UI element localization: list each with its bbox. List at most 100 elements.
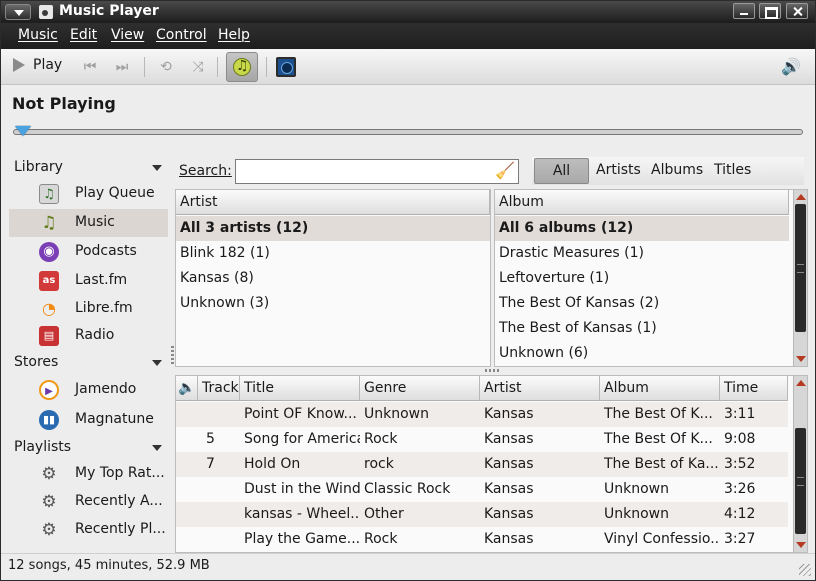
wireless-icon: ◔ (42, 299, 56, 318)
list-item[interactable]: The Best of Kansas (1) (495, 316, 789, 341)
sidebar-item-playlist[interactable]: ⚙ Recently Pl... (9, 516, 168, 544)
filter-titles-button[interactable]: Titles (714, 162, 751, 178)
table-row[interactable]: Point OF Know... Unknown Kansas The Best… (176, 402, 788, 427)
list-item[interactable]: The Best Of Kansas (2) (495, 291, 789, 316)
repeat-icon[interactable]: ⟲ (155, 58, 177, 76)
play-queue-icon: ♫ (39, 184, 59, 204)
music-note-icon (233, 58, 251, 76)
table-row[interactable]: 5 Song for America Rock Kansas The Best … (176, 427, 788, 452)
table-row[interactable]: Play the Game... Rock Kansas Vinyl Confe… (176, 527, 788, 552)
menu-help[interactable]: Help (218, 27, 250, 43)
scroll-up-icon[interactable] (796, 194, 806, 200)
sidebar-item-playlist[interactable]: ⚙ My Top Rat... (9, 460, 168, 488)
sidebar-item-play-queue[interactable]: ♫ Play Queue (9, 180, 168, 208)
window-title: Music Player (59, 3, 159, 19)
gear-icon: ⚙ (41, 492, 57, 512)
close-button[interactable] (786, 3, 808, 19)
list-item[interactable]: All 3 artists (12) (176, 216, 490, 241)
lastfm-icon: as (39, 271, 59, 291)
jamendo-icon: ▶ (39, 380, 59, 400)
app-icon (39, 5, 53, 19)
album-scrollbar[interactable] (793, 190, 807, 366)
sidebar-splitter-handle[interactable] (171, 346, 174, 364)
status-text: 12 songs, 45 minutes, 52.9 MB (8, 558, 210, 573)
filter-bar: All Artists Albums Titles (532, 157, 804, 185)
time-column-header[interactable]: Time (720, 376, 788, 401)
track-scrollbar[interactable] (793, 376, 807, 552)
artist-column-header[interactable]: Artist (176, 190, 490, 215)
title-bar[interactable]: Music Player (1, 1, 815, 23)
browse-toggle-button[interactable] (226, 52, 258, 82)
sidebar-item-jamendo[interactable]: ▶ Jamendo (9, 376, 168, 404)
pane-splitter-handle[interactable] (485, 369, 501, 372)
menu-view[interactable]: View (111, 27, 144, 43)
visualization-button[interactable] (276, 57, 296, 77)
list-item[interactable]: Blink 182 (1) (176, 241, 490, 266)
menu-control[interactable]: Control (156, 27, 207, 43)
filter-artists-button[interactable]: Artists (596, 162, 641, 178)
speaker-icon: 🔈 (178, 380, 196, 396)
filter-all-button[interactable]: All (534, 158, 589, 184)
chevron-down-icon[interactable] (152, 165, 162, 171)
artist-column-header[interactable]: Artist (480, 376, 600, 401)
playlists-header[interactable]: Playlists (14, 439, 71, 455)
radio-icon: ▤ (39, 326, 59, 346)
scroll-down-icon[interactable] (796, 356, 806, 362)
sidebar: Library ♫ Play Queue ♫ Music ◉ Podcasts … (9, 155, 168, 554)
list-item[interactable]: Kansas (8) (176, 266, 490, 291)
scroll-up-icon[interactable] (796, 380, 806, 386)
clear-search-icon[interactable]: 🧹 (495, 161, 515, 181)
sidebar-item-radio[interactable]: ▤ Radio (9, 322, 168, 350)
menu-edit[interactable]: Edit (70, 27, 97, 43)
chevron-down-icon[interactable] (152, 360, 162, 366)
list-item[interactable]: Drastic Measures (1) (495, 241, 789, 266)
track-column-header[interactable]: Track (198, 376, 240, 401)
gear-icon: ⚙ (41, 520, 57, 540)
sidebar-item-playlist[interactable]: ⚙ Recently A... (9, 488, 168, 516)
album-column-header[interactable]: Album (600, 376, 720, 401)
track-list: 🔈 Track Title Genre Artist Album Time Po… (175, 375, 808, 553)
chevron-down-icon[interactable] (152, 445, 162, 451)
sidebar-item-librefm[interactable]: ◔ Libre.fm (9, 295, 168, 323)
gear-icon: ⚙ (41, 464, 57, 484)
scrollbar-thumb[interactable] (795, 428, 806, 534)
seek-handle[interactable] (15, 126, 31, 136)
library-header[interactable]: Library (14, 159, 63, 175)
title-column-header[interactable]: Title (240, 376, 360, 401)
resize-grip[interactable] (799, 564, 811, 576)
podcast-icon: ◉ (39, 242, 59, 262)
list-item[interactable]: All 6 albums (12) (495, 216, 789, 241)
sidebar-item-podcasts[interactable]: ◉ Podcasts (9, 238, 168, 266)
sidebar-item-magnatune[interactable]: ▮▮ Magnatune (9, 406, 168, 434)
menu-music[interactable]: Music (18, 27, 58, 43)
seek-bar[interactable] (13, 129, 803, 135)
window-menu-button[interactable] (5, 4, 31, 20)
album-column-header[interactable]: Album (495, 190, 789, 215)
play-button[interactable]: Play (13, 57, 62, 73)
sidebar-item-music[interactable]: ♫ Music (9, 209, 168, 237)
album-pane: Album All 6 albums (12) Drastic Measures… (494, 189, 808, 367)
list-item[interactable]: Unknown (3) (176, 291, 490, 316)
scroll-down-icon[interactable] (796, 542, 806, 548)
search-label: Search: (179, 163, 232, 179)
scrollbar-thumb[interactable] (795, 204, 806, 332)
table-row[interactable]: Dust in the Wind Classic Rock Kansas Unk… (176, 477, 788, 502)
minimize-button[interactable] (733, 3, 755, 19)
toolbar-separator (217, 57, 218, 77)
now-playing-label: Not Playing (12, 94, 116, 113)
shuffle-icon[interactable]: ⤨ (187, 58, 209, 76)
sidebar-item-lastfm[interactable]: as Last.fm (9, 267, 168, 295)
list-item[interactable]: Leftoverture (1) (495, 266, 789, 291)
playing-column-header[interactable]: 🔈 (176, 376, 198, 401)
stores-header[interactable]: Stores (14, 354, 58, 370)
maximize-button[interactable] (759, 3, 781, 19)
search-input[interactable] (235, 159, 519, 184)
filter-albums-button[interactable]: Albums (651, 162, 703, 178)
previous-icon[interactable]: ⏮ (79, 58, 101, 76)
table-row[interactable]: kansas - Wheel... Other Kansas Unknown 4… (176, 502, 788, 527)
table-row[interactable]: 7 Hold On rock Kansas The Best of Ka... … (176, 452, 788, 477)
next-icon[interactable]: ⏭ (111, 58, 133, 76)
volume-icon[interactable]: 🔊 (781, 58, 805, 76)
genre-column-header[interactable]: Genre (360, 376, 480, 401)
list-item[interactable]: Unknown (6) (495, 341, 789, 366)
